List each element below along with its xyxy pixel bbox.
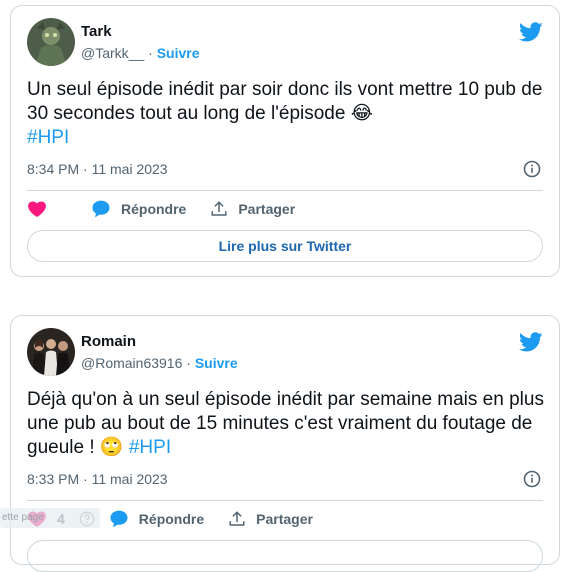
reply-label: Répondre [121,201,187,217]
speech-bubble-icon [110,510,128,528]
action-bar: Répondre Partager [27,199,319,219]
share-icon [229,511,245,526]
twitter-bird-icon[interactable] [519,330,543,354]
tweet-card-tark: Tark @Tarkk__ · Suivre Un seul épisode i… [10,5,560,277]
author-name[interactable]: Romain [81,333,136,350]
read-more-button[interactable]: Lire plus sur Twitter [27,230,543,262]
follow-link[interactable]: Suivre [157,45,200,61]
divider [27,190,543,191]
reply-button[interactable]: Répondre [109,509,204,529]
timestamp[interactable]: 8:34 PM · 11 mai 2023 [27,161,168,177]
timestamp[interactable]: 8:33 PM · 11 mai 2023 [27,471,168,487]
author-name[interactable]: Tark [81,23,112,40]
share-icon [211,201,227,216]
share-button[interactable]: Partager [210,200,295,218]
divider [27,500,543,501]
author-handle[interactable]: @Romain63916 [81,355,182,371]
share-label: Partager [256,511,313,527]
follow-link[interactable]: Suivre [195,355,238,371]
tweet-text: Un seul épisode inédit par soir donc ils… [27,78,547,150]
tweet-body: Un seul épisode inédit par soir donc ils… [27,79,543,124]
share-label: Partager [238,201,296,217]
page-overlay-tooltip: ette page [0,508,100,528]
laughing-emoji-icon: 😂 [350,103,373,124]
dot-separator: · [186,355,191,371]
author-handle[interactable]: @Tarkk__ [81,45,144,61]
handle-row: @Tarkk__ · Suivre [81,45,200,61]
tweet-text: Déjà qu'on à un seul épisode inédit par … [27,388,547,460]
handle-row: @Romain63916 · Suivre [81,355,238,371]
heart-icon [28,201,46,217]
info-icon[interactable] [523,160,541,178]
reply-label: Répondre [138,511,205,527]
reply-button[interactable]: Répondre [91,199,186,219]
avatar[interactable] [27,328,75,376]
twitter-bird-icon[interactable] [519,20,543,44]
eye-roll-emoji-icon: 🙄 [99,437,124,458]
hashtag-link[interactable]: #HPI [27,127,69,148]
read-more-button[interactable] [27,540,543,572]
like-button[interactable] [27,199,57,219]
speech-bubble-icon [92,200,110,218]
info-icon[interactable] [523,470,541,488]
dot-separator: · [148,45,153,61]
avatar[interactable] [27,18,75,66]
hashtag-link[interactable]: #HPI [129,437,171,458]
share-button[interactable]: Partager [228,510,313,528]
